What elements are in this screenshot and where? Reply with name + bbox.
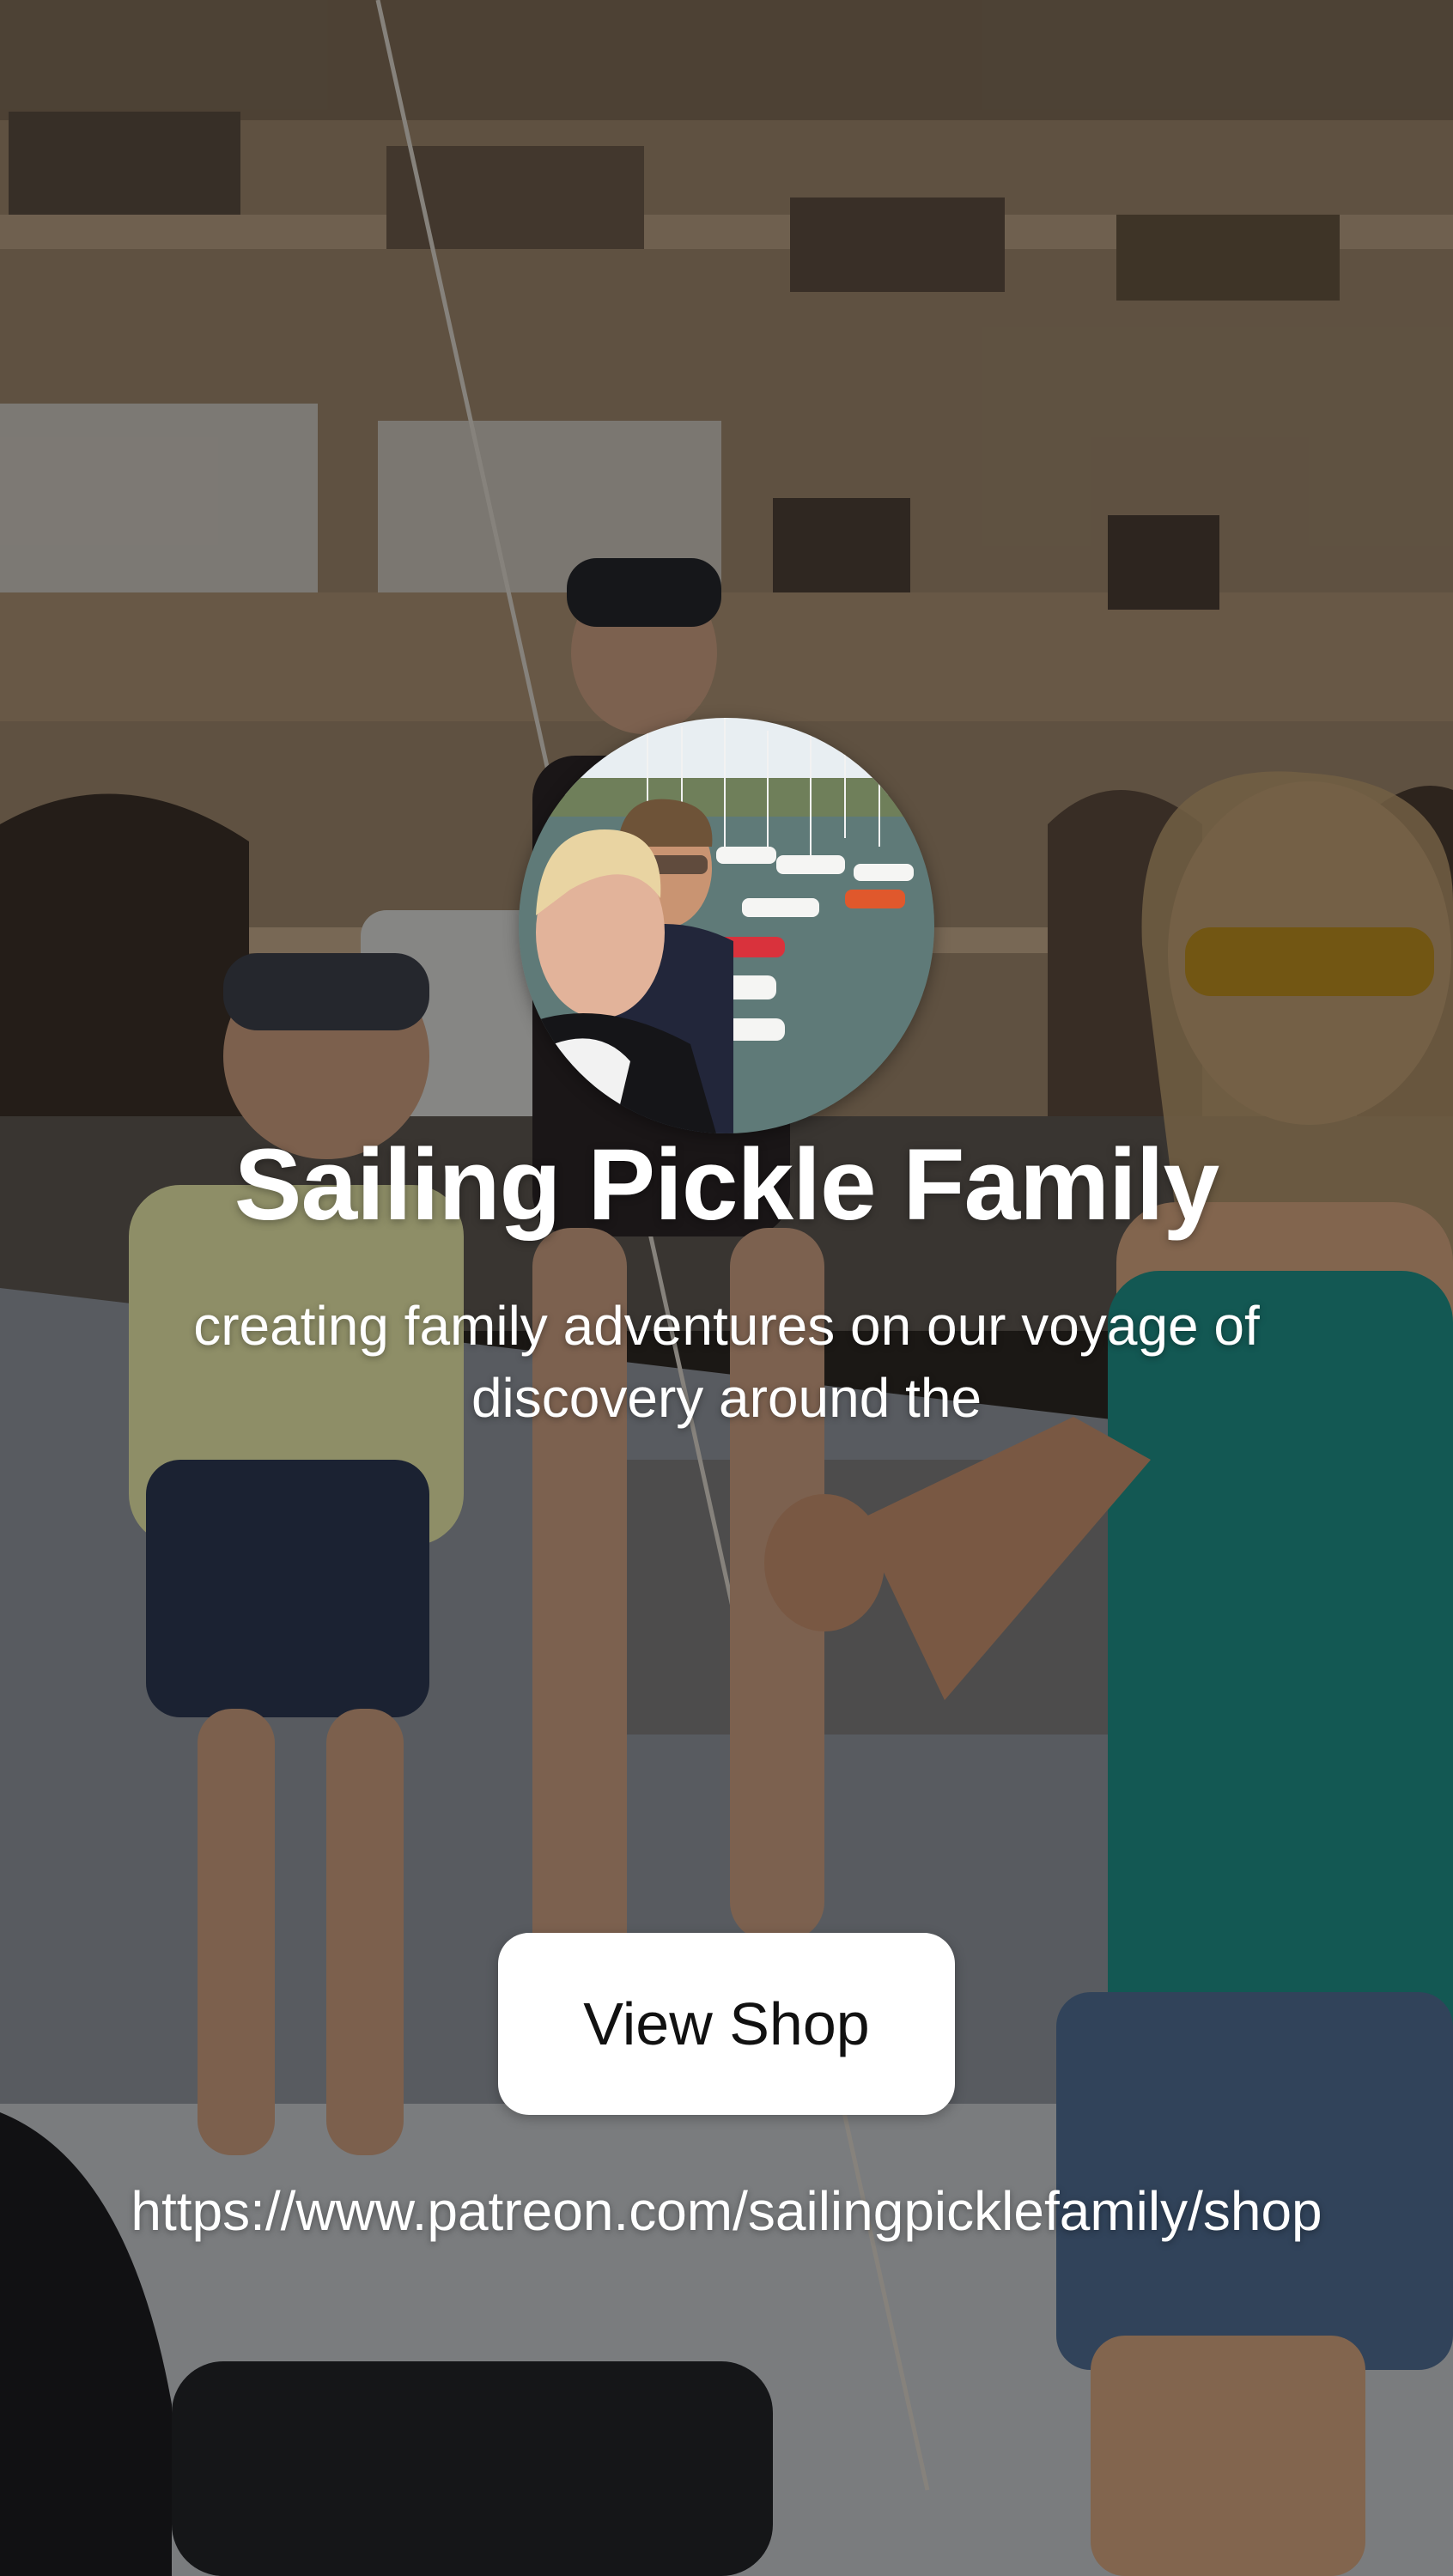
view-shop-button[interactable]: View Shop [498,1933,955,2115]
profile-name: Sailing Pickle Family [234,1128,1219,1242]
view-shop-button-label: View Shop [583,1990,870,2057]
avatar [519,718,934,1133]
profile-tagline: creating family adventures on our voyage… [193,1295,1260,1429]
shop-url-link[interactable]: https://www.patreon.com/sailingpicklefam… [82,2175,1371,2247]
shop-link-page: Sailing Pickle Family creating family ad… [0,0,1453,2576]
